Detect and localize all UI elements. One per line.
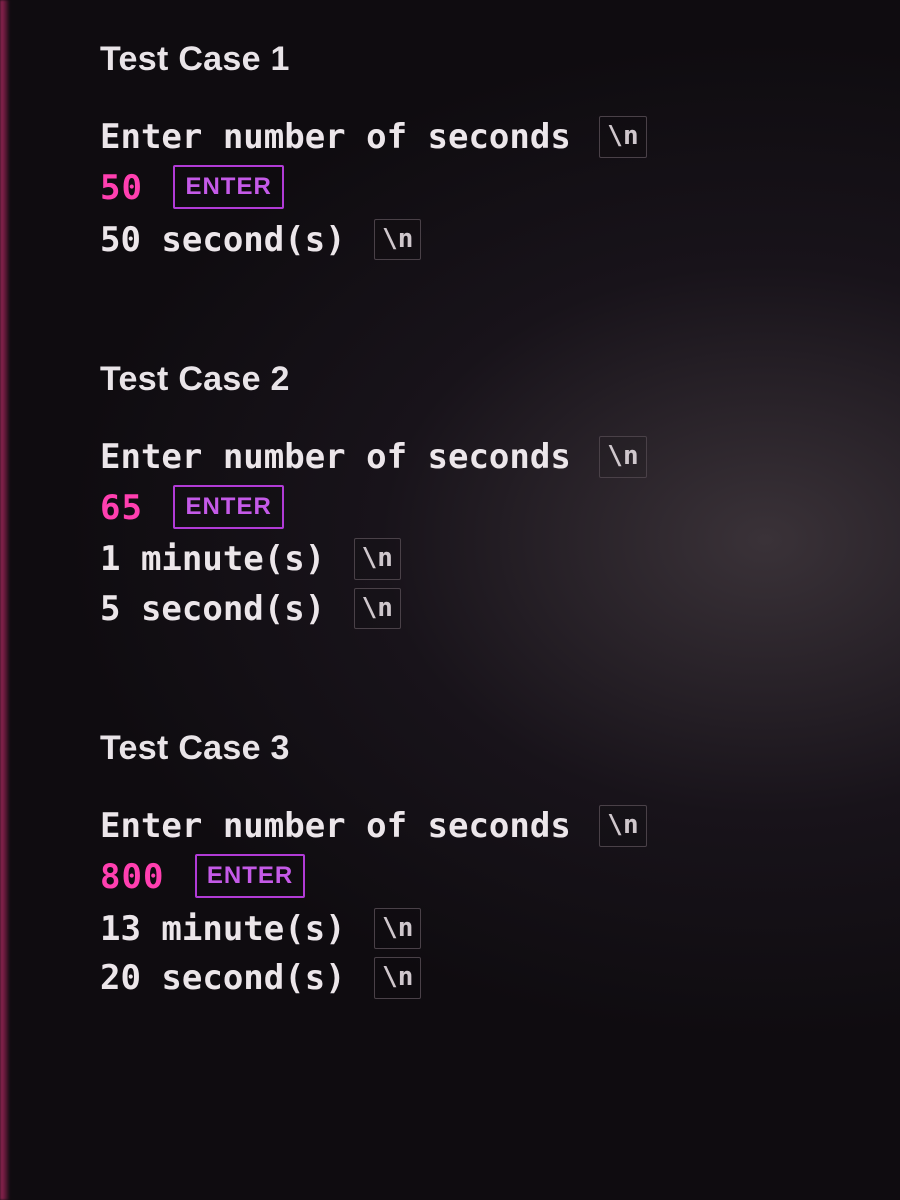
newline-badge: \n xyxy=(374,219,421,261)
newline-badge: \n xyxy=(374,957,421,999)
test-case-1-prompt-line: Enter number of seconds \n xyxy=(100,113,860,162)
test-case-3-title: Test Case 3 xyxy=(100,729,860,768)
test-case-2-output-0-text: 1 minute(s) xyxy=(100,539,325,579)
newline-badge: \n xyxy=(354,538,401,580)
test-case-1: Test Case 1 Enter number of seconds \n 5… xyxy=(100,40,860,265)
test-case-1-input-line: 50 ENTER xyxy=(100,164,860,213)
test-case-3-prompt-line: Enter number of seconds \n xyxy=(100,802,860,851)
test-case-3-input-line: 800 ENTER xyxy=(100,853,860,902)
enter-key-badge: ENTER xyxy=(195,854,305,898)
test-case-2: Test Case 2 Enter number of seconds \n 6… xyxy=(100,360,860,634)
test-case-3-output-0: 13 minute(s) \n xyxy=(100,905,860,954)
test-case-2-output-1: 5 second(s) \n xyxy=(100,585,860,634)
test-case-2-prompt-line: Enter number of seconds \n xyxy=(100,433,860,482)
test-case-2-prompt: Enter number of seconds xyxy=(100,437,571,477)
test-case-1-input: 50 xyxy=(100,168,143,208)
newline-badge: \n xyxy=(599,436,646,478)
newline-badge: \n xyxy=(354,588,401,630)
test-case-2-output-1-text: 5 second(s) xyxy=(100,589,325,629)
test-case-3-output-1-text: 20 second(s) xyxy=(100,958,346,998)
enter-key-badge: ENTER xyxy=(173,485,283,529)
test-case-3: Test Case 3 Enter number of seconds \n 8… xyxy=(100,729,860,1003)
test-case-2-input: 65 xyxy=(100,488,143,528)
newline-badge: \n xyxy=(599,116,646,158)
test-case-1-output-0-text: 50 second(s) xyxy=(100,220,346,260)
newline-badge: \n xyxy=(599,805,646,847)
test-case-1-title: Test Case 1 xyxy=(100,40,860,79)
test-case-3-prompt: Enter number of seconds xyxy=(100,806,571,846)
test-case-1-prompt: Enter number of seconds xyxy=(100,117,571,157)
test-cases-panel: Test Case 1 Enter number of seconds \n 5… xyxy=(0,0,900,1200)
enter-key-badge: ENTER xyxy=(173,165,283,209)
test-case-1-output-0: 50 second(s) \n xyxy=(100,216,860,265)
test-case-3-output-0-text: 13 minute(s) xyxy=(100,909,346,949)
test-case-3-input: 800 xyxy=(100,857,164,897)
test-case-2-title: Test Case 2 xyxy=(100,360,860,399)
test-case-2-output-0: 1 minute(s) \n xyxy=(100,535,860,584)
test-case-2-input-line: 65 ENTER xyxy=(100,484,860,533)
newline-badge: \n xyxy=(374,908,421,950)
test-case-3-output-1: 20 second(s) \n xyxy=(100,954,860,1003)
